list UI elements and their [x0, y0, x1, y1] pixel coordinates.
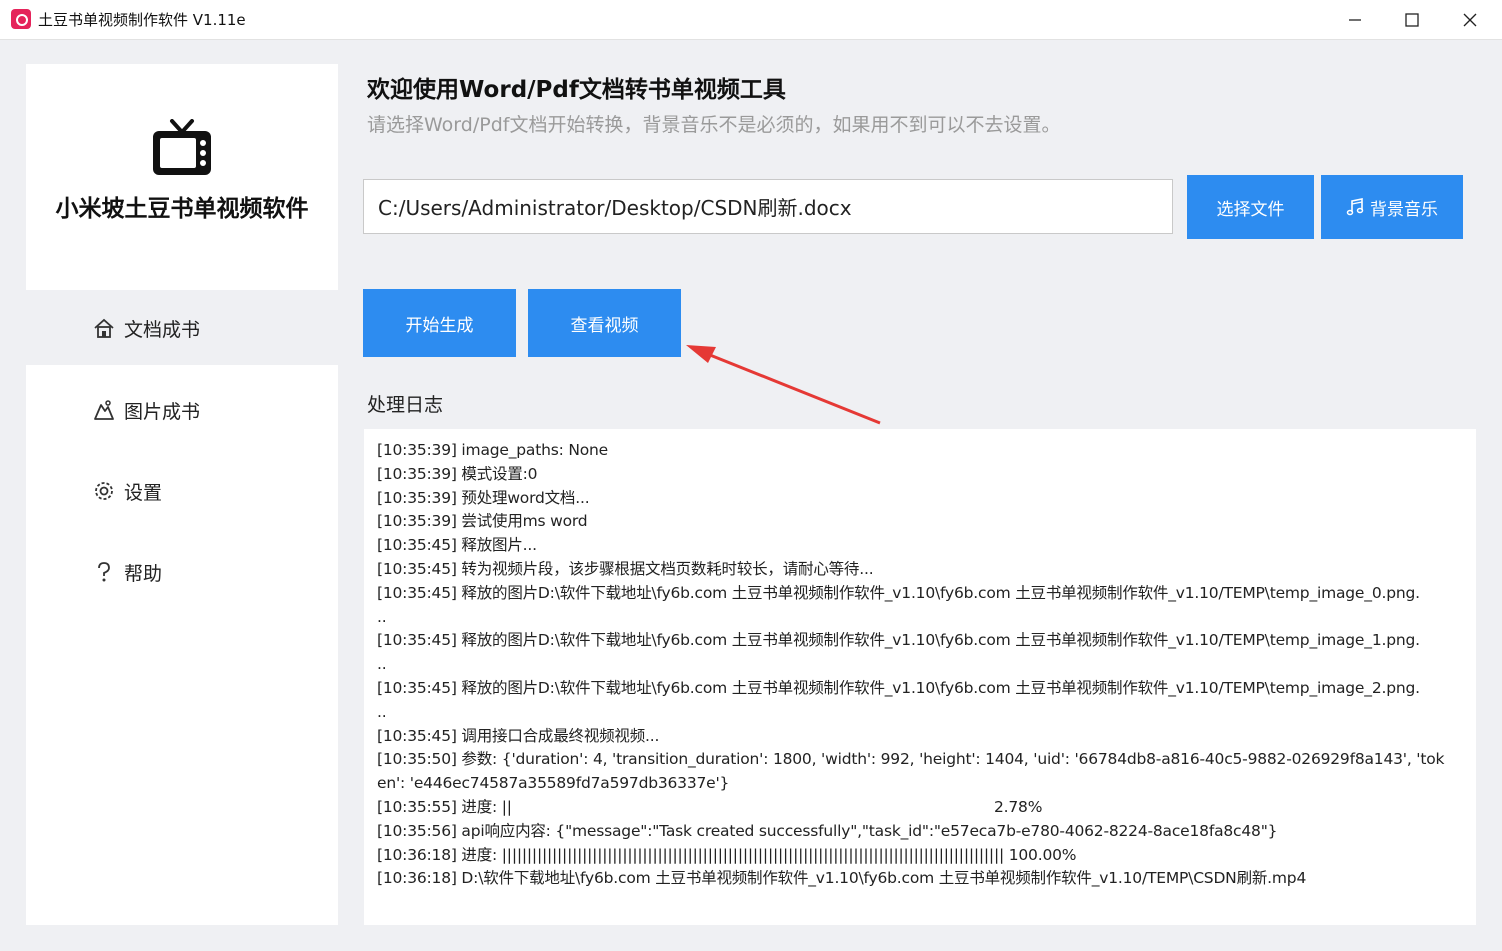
log-line: [10:36:18] D:\软件下载地址\fy6b.com 土豆书单视频制作软件… — [377, 869, 1307, 888]
app-brand-name: 小米坡土豆书单视频软件 — [55, 196, 309, 222]
select-file-label: 选择文件 — [1216, 199, 1285, 220]
title-bar: 土豆书单视频制作软件 V1.11e — [0, 0, 1502, 40]
log-line: [10:35:39] 预处理word文档... — [377, 488, 590, 507]
view-video-button[interactable]: 查看视频 — [528, 289, 681, 357]
page-title: 欢迎使用Word/Pdf文档转书单视频工具 — [367, 77, 786, 103]
sidebar-item-settings[interactable]: 设置 — [92, 476, 162, 506]
log-line: en': 'e446ec74587a35589fd7a597db36337e'} — [377, 774, 730, 793]
minimize-button[interactable] — [1326, 0, 1384, 39]
log-section-label: 处理日志 — [367, 394, 444, 416]
app-logo-icon — [11, 9, 31, 29]
log-line: [10:35:45] 转为视频片段，该步骤根据文档页数耗时较长，请耐心等待... — [377, 559, 874, 578]
log-line: .. — [377, 655, 387, 674]
sidebar-item-label: 文档成书 — [124, 318, 201, 341]
sidebar-item-image-to-book[interactable]: 图片成书 — [92, 395, 200, 425]
maximize-icon — [1405, 12, 1419, 27]
logo-panel: 小米坡土豆书单视频软件 — [26, 64, 338, 290]
minimize-icon — [1349, 18, 1361, 21]
start-generate-button[interactable]: 开始生成 — [363, 289, 516, 357]
log-line: [10:35:45] 释放的图片D:\软件下载地址\fy6b.com 土豆书单视… — [377, 631, 1420, 650]
sidebar-item-help[interactable]: 帮助 — [92, 557, 162, 587]
tv-icon — [153, 119, 211, 175]
music-note-icon — [1346, 198, 1364, 216]
log-line: [10:35:45] 释放的图片D:\软件下载地址\fy6b.com 土豆书单视… — [377, 678, 1420, 697]
close-icon — [1463, 13, 1477, 26]
sidebar-item-label: 图片成书 — [124, 400, 201, 423]
log-line: [10:36:18] 进度: |||||||||||||||||||||||||… — [377, 845, 1077, 864]
maximize-button[interactable] — [1383, 0, 1441, 39]
file-path-input[interactable] — [363, 179, 1173, 234]
log-line: [10:35:39] image_paths: None — [377, 441, 608, 459]
log-line: [10:35:45] 释放图片... — [377, 536, 537, 555]
log-line: [10:35:39] 模式设置:0 — [377, 464, 538, 483]
sidebar-item-label: 设置 — [124, 481, 163, 504]
gear-icon — [92, 479, 116, 503]
image-icon — [92, 398, 116, 422]
question-icon — [92, 560, 116, 584]
log-line: [10:35:56] api响应内容: {"message":"Task cre… — [377, 821, 1278, 840]
log-line: [10:35:55] 进度: || 2.78% — [377, 797, 1043, 816]
log-line: [10:35:39] 尝试使用ms word — [377, 512, 588, 531]
select-file-button[interactable]: 选择文件 — [1187, 175, 1314, 239]
log-line: .. — [377, 607, 387, 626]
start-generate-label: 开始生成 — [405, 315, 474, 336]
home-icon — [92, 316, 116, 340]
log-line: .. — [377, 702, 387, 721]
page-subtitle: 请选择Word/Pdf文档开始转换，背景音乐不是必须的，如果用不到可以不去设置。 — [367, 114, 1061, 136]
background-music-button[interactable]: 背景音乐 — [1321, 175, 1463, 239]
window-title: 土豆书单视频制作软件 V1.11e — [38, 11, 246, 29]
close-button[interactable] — [1441, 0, 1499, 39]
log-line: [10:35:45] 调用接口合成最终视频视频... — [377, 726, 660, 745]
background-music-label: 背景音乐 — [1370, 199, 1438, 220]
sidebar-item-doc-to-book[interactable]: 文档成书 — [92, 313, 200, 343]
sidebar-nav-background — [26, 365, 338, 925]
log-line: [10:35:50] 参数: {'duration': 4, 'transiti… — [377, 750, 1445, 769]
log-line: [10:35:45] 释放的图片D:\软件下载地址\fy6b.com 土豆书单视… — [377, 583, 1420, 602]
sidebar-item-label: 帮助 — [124, 562, 163, 585]
log-output-panel[interactable]: [10:35:39] image_paths: None [10:35:39] 模… — [364, 429, 1476, 925]
view-video-label: 查看视频 — [570, 315, 639, 336]
client-area: 小米坡土豆书单视频软件 文档成书 图片成书 设置 帮助 欢迎使用Word/Pdf… — [0, 40, 1502, 951]
